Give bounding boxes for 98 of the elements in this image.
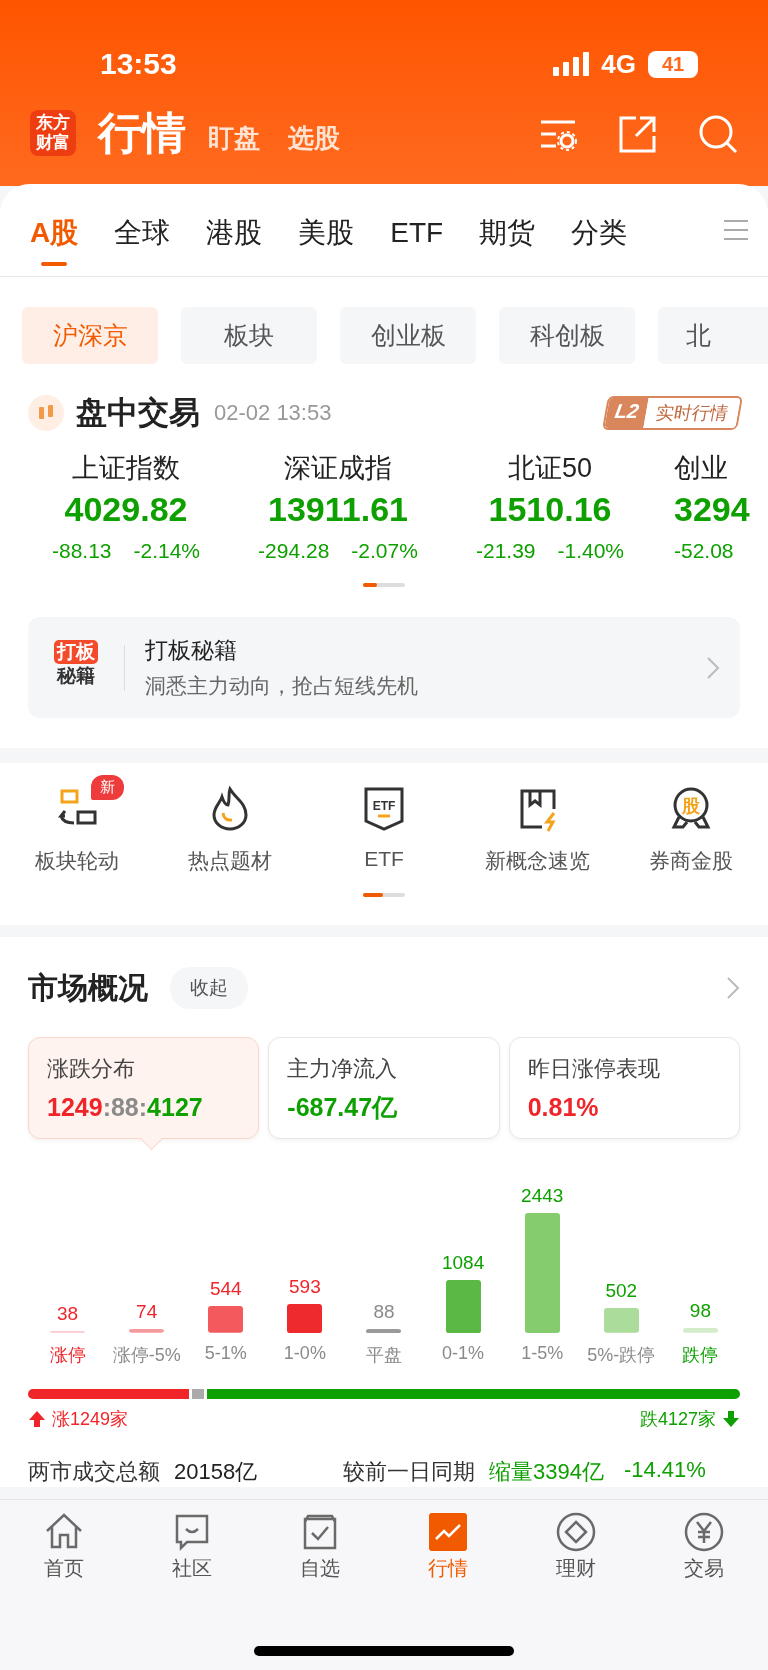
bar: [287, 1303, 323, 1333]
shortcut-label[interactable]: 券商金股: [649, 847, 734, 875]
bar-value: 38: [57, 1303, 79, 1326]
index-name[interactable]: 北证50: [507, 450, 592, 486]
stat-label: 两市成交总额: [28, 1458, 160, 1486]
bar-category: 0-1%: [441, 1343, 486, 1365]
shortcut-label[interactable]: 板块轮动: [34, 847, 119, 875]
rising-count: 涨1249家: [52, 1408, 129, 1431]
bar-category: 平盘: [365, 1344, 403, 1367]
share-icon[interactable]: [618, 114, 658, 154]
index-name[interactable]: 创业: [674, 450, 728, 486]
bar-value: 88: [373, 1300, 395, 1323]
bar-category: 1-0%: [282, 1343, 327, 1365]
stat-card[interactable]: 主力净流入 -687.47亿: [268, 1037, 500, 1139]
bar: [603, 1308, 639, 1333]
bar-value: 74: [136, 1301, 158, 1324]
page-indicator: [363, 583, 405, 587]
stat-value: 20158亿: [174, 1458, 258, 1486]
shortcut-label[interactable]: 热点题材: [188, 847, 273, 875]
index-value: 3294: [674, 490, 750, 529]
market-tab[interactable]: 全球: [114, 194, 171, 266]
up-arrow-icon: [28, 1410, 46, 1428]
exchange-chip[interactable]: 创业板: [340, 307, 476, 364]
candlestick-icon: [28, 395, 64, 431]
yen-icon: [683, 1511, 725, 1553]
bar-category: 跌停: [681, 1344, 720, 1367]
chevron-icon: [706, 655, 720, 680]
bar: [129, 1329, 165, 1333]
market-tab[interactable]: 分类: [571, 194, 628, 266]
bar-value: 2443: [521, 1185, 564, 1207]
index-change: -52.08: [674, 539, 734, 563]
new-badge: 新: [90, 775, 124, 800]
index-name[interactable]: 深证成指: [284, 450, 392, 486]
stat-label: 较前一日同期: [343, 1458, 475, 1486]
index-percent: -2.14%: [133, 539, 201, 563]
nav-tab[interactable]: 理财: [512, 1510, 640, 1583]
bar-category: 5%-跌停: [586, 1344, 657, 1367]
battery-level: 41: [648, 50, 698, 78]
down-arrow-icon: [722, 1410, 740, 1428]
section-title: 盘中交易: [76, 394, 200, 432]
bar: [682, 1328, 718, 1333]
status-time: 13:53: [100, 47, 178, 81]
breadth-segment: [192, 1389, 204, 1399]
section-title: 市场概况: [28, 969, 148, 1006]
bar: [445, 1279, 481, 1333]
bar-value: 98: [689, 1300, 711, 1323]
banner-subtitle: 洞悉主力动向，抢占短线先机: [145, 673, 419, 699]
page-title: 行情: [98, 107, 186, 159]
index-value: 1510.16: [488, 490, 612, 529]
bar-category: 涨停-5%: [111, 1344, 182, 1367]
signal-icon: [553, 52, 592, 76]
nav-tab[interactable]: 社区: [128, 1510, 256, 1583]
search-icon[interactable]: [698, 114, 738, 154]
bar-category: 5-1%: [203, 1343, 248, 1365]
bar-value: 502: [605, 1280, 638, 1303]
index-change: -21.39: [475, 539, 536, 563]
index-value: 13911.61: [268, 490, 408, 529]
index-value: 4029.82: [64, 490, 188, 529]
network-label: 4G: [601, 48, 636, 80]
stat-card[interactable]: 涨跌分布 1249:88:4127: [28, 1037, 260, 1139]
promo-banner[interactable]: 打板 秘籍 打板秘籍 洞悉主力动向，抢占短线先机: [28, 617, 740, 718]
nav-tab[interactable]: 交易: [640, 1510, 768, 1583]
bar-category: 涨停: [48, 1344, 87, 1367]
app-logo: 东方 财富: [30, 110, 76, 156]
timestamp: 02-02 13:53: [214, 400, 332, 426]
market-tab[interactable]: ETF: [390, 194, 444, 266]
index-change: -88.13: [51, 539, 112, 563]
stat-value: 缩量3394亿: [489, 1458, 604, 1486]
chart-icon: [427, 1511, 469, 1553]
market-tab[interactable]: 港股: [206, 194, 263, 266]
index-percent: -1.40%: [557, 539, 625, 563]
collapse-button[interactable]: 收起: [170, 967, 248, 1009]
menu-icon[interactable]: [724, 219, 748, 241]
bar-value: 544: [209, 1278, 242, 1301]
index-change: -294.28: [258, 539, 330, 563]
bar-value: 1084: [441, 1251, 485, 1274]
falling-count: 跌4127家: [639, 1408, 716, 1431]
nav-tab[interactable]: 首页: [0, 1510, 128, 1583]
page-indicator: [363, 893, 405, 897]
nav-tab[interactable]: 自选: [256, 1510, 384, 1583]
bar: [366, 1328, 402, 1333]
bar-value: 593: [289, 1275, 321, 1298]
stat-percent: -14.41%: [623, 1457, 706, 1484]
stat-card[interactable]: 昨日涨停表现 0.81%: [508, 1037, 740, 1139]
realtime-badge[interactable]: L2 实时行情: [601, 396, 743, 430]
exchange-chip[interactable]: 科创板: [499, 307, 635, 364]
shortcut-label[interactable]: ETF: [364, 847, 404, 871]
index-name[interactable]: 上证指数: [72, 450, 180, 486]
bar-category: 1-5%: [520, 1343, 565, 1365]
shortcut-label[interactable]: 新概念速览: [485, 847, 591, 875]
bar: [208, 1306, 244, 1333]
banner-title: 打板秘籍: [145, 636, 238, 665]
chevron-icon[interactable]: [726, 976, 740, 1000]
market-tab[interactable]: 美股: [298, 194, 355, 266]
index-percent: -2.07%: [351, 539, 418, 563]
market-tab[interactable]: 期货: [479, 194, 536, 266]
exchange-chip[interactable]: 北: [658, 307, 768, 364]
exchange-chip[interactable]: 板块: [181, 307, 317, 364]
